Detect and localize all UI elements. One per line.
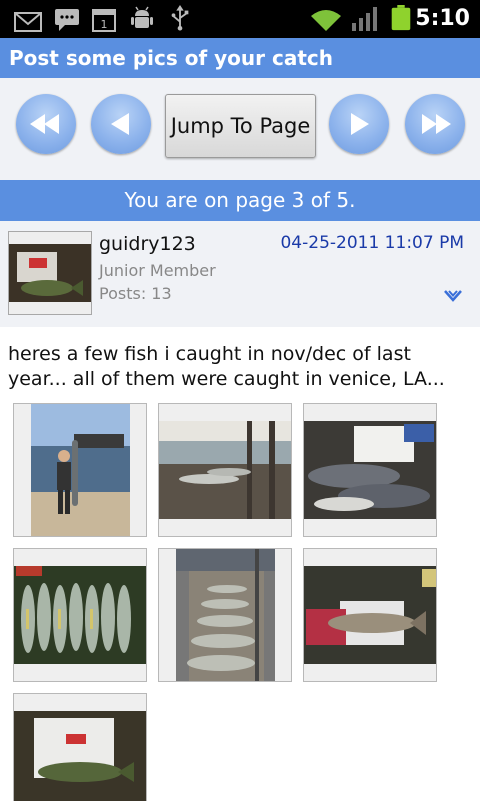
chevron-down-icon[interactable] (443, 289, 463, 303)
page-indicator: You are on page 3 of 5. (0, 180, 480, 221)
attachment-thumbnail[interactable] (13, 693, 147, 801)
post-body: heres a few fish i caught in nov/dec of … (8, 343, 445, 390)
previous-page-button[interactable] (91, 94, 151, 154)
member-rank: Junior Member (99, 261, 216, 280)
post-date: 04-25-2011 11:07 PM (280, 233, 464, 253)
photo-fish-on-pier-icon (159, 421, 291, 519)
right-arrow-icon (351, 113, 369, 135)
post-count: Posts: 13 (99, 284, 172, 303)
post-username[interactable]: guidry123 (99, 233, 196, 255)
avatar[interactable] (8, 231, 92, 315)
usb-icon (171, 5, 189, 31)
photo-fish-on-cooler-icon (304, 421, 436, 519)
first-page-button[interactable] (16, 94, 76, 154)
battery-icon (391, 5, 411, 31)
page-navigation: Jump To Page (0, 78, 480, 180)
attachment-thumbnail[interactable] (13, 403, 147, 537)
thread-title-bar: Post some pics of your catch (0, 38, 480, 78)
photo-row-of-fish-icon (14, 566, 146, 664)
clock: 5:10 (415, 6, 470, 31)
signal-icon (352, 7, 377, 31)
jump-to-page-button[interactable]: Jump To Page (165, 94, 316, 158)
attachment-thumbnail[interactable] (13, 548, 147, 682)
photo-fish-in-cooler-icon (14, 711, 146, 801)
photo-fish-on-pier-deck-icon (176, 549, 275, 681)
attachment-thumbnail[interactable] (158, 403, 292, 537)
last-page-button[interactable] (405, 94, 465, 154)
attachment-thumbnail[interactable] (303, 548, 437, 682)
photo-man-holding-fish-icon (31, 404, 130, 536)
avatar-fish-image (9, 232, 91, 314)
gmail-icon (14, 12, 42, 32)
svg-text:1: 1 (101, 18, 108, 31)
attachment-thumbnail[interactable] (158, 548, 292, 682)
messaging-icon (55, 9, 79, 31)
left-arrow-icon (111, 113, 129, 135)
photo-fish-on-tray-icon (304, 566, 436, 664)
next-page-button[interactable] (329, 94, 389, 154)
post-header: guidry123 Junior Member Posts: 13 04-25-… (0, 221, 480, 327)
thread-title: Post some pics of your catch (9, 46, 333, 70)
double-right-arrow-icon (422, 114, 451, 134)
attachment-thumbnail[interactable] (303, 403, 437, 537)
double-left-arrow-icon (30, 114, 59, 134)
calendar-icon: 1 (92, 9, 116, 32)
android-debug-icon (131, 6, 153, 28)
status-bar: 1 5:10 (0, 0, 480, 38)
wifi-icon (311, 10, 341, 31)
